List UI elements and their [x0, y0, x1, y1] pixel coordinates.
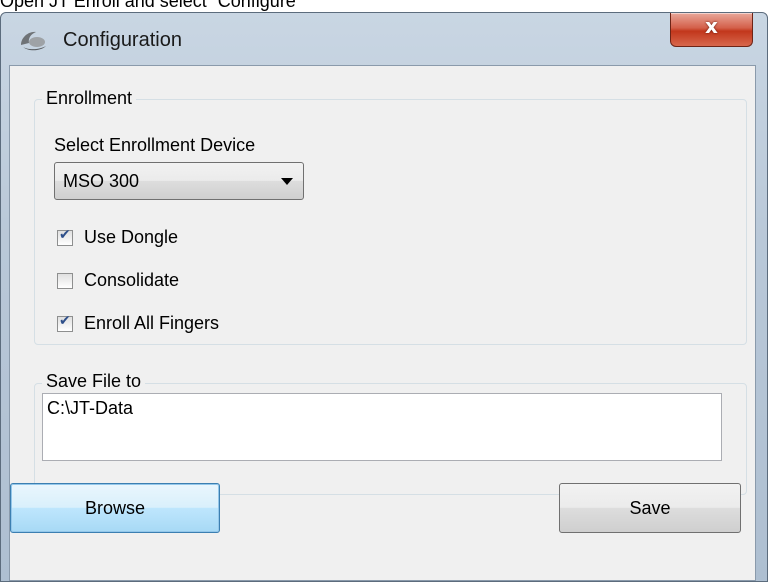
- enroll-all-fingers-checkbox[interactable]: ✔: [57, 313, 73, 332]
- close-button[interactable]: x: [670, 13, 753, 47]
- browse-button[interactable]: Browse: [10, 483, 220, 533]
- check-icon: ✔: [59, 227, 71, 243]
- close-icon: x: [705, 14, 718, 38]
- device-select[interactable]: MSO 300: [54, 162, 304, 200]
- chevron-down-icon: [281, 178, 293, 185]
- enroll-all-fingers-label[interactable]: Enroll All Fingers: [84, 313, 219, 334]
- page-caption: Open JT Enroll and select “Configure”: [0, 0, 302, 11]
- save-path-input[interactable]: C:\JT-Data: [42, 393, 722, 461]
- title-bar[interactable]: Configuration x: [1, 13, 767, 65]
- device-label: Select Enrollment Device: [54, 135, 256, 155]
- window-title: Configuration: [63, 29, 182, 51]
- consolidate-label[interactable]: Consolidate: [84, 270, 179, 291]
- enrollment-legend: Enrollment: [42, 88, 137, 109]
- consolidate-checkbox[interactable]: [57, 273, 73, 289]
- check-icon: ✔: [59, 313, 71, 329]
- dialog-client-area: Enrollment Select Enrollment Device MSO …: [9, 65, 756, 581]
- configuration-dialog: Configuration x Enrollment Select Enroll…: [0, 12, 768, 582]
- device-select-value: MSO 300: [63, 171, 140, 191]
- app-logo-icon: [21, 31, 46, 51]
- use-dongle-label[interactable]: Use Dongle: [84, 227, 178, 248]
- use-dongle-checkbox[interactable]: ✔: [57, 227, 73, 246]
- save-path-value: C:\JT-Data: [47, 398, 134, 418]
- save-button[interactable]: Save: [559, 483, 741, 533]
- save-file-legend: Save File to: [42, 371, 146, 392]
